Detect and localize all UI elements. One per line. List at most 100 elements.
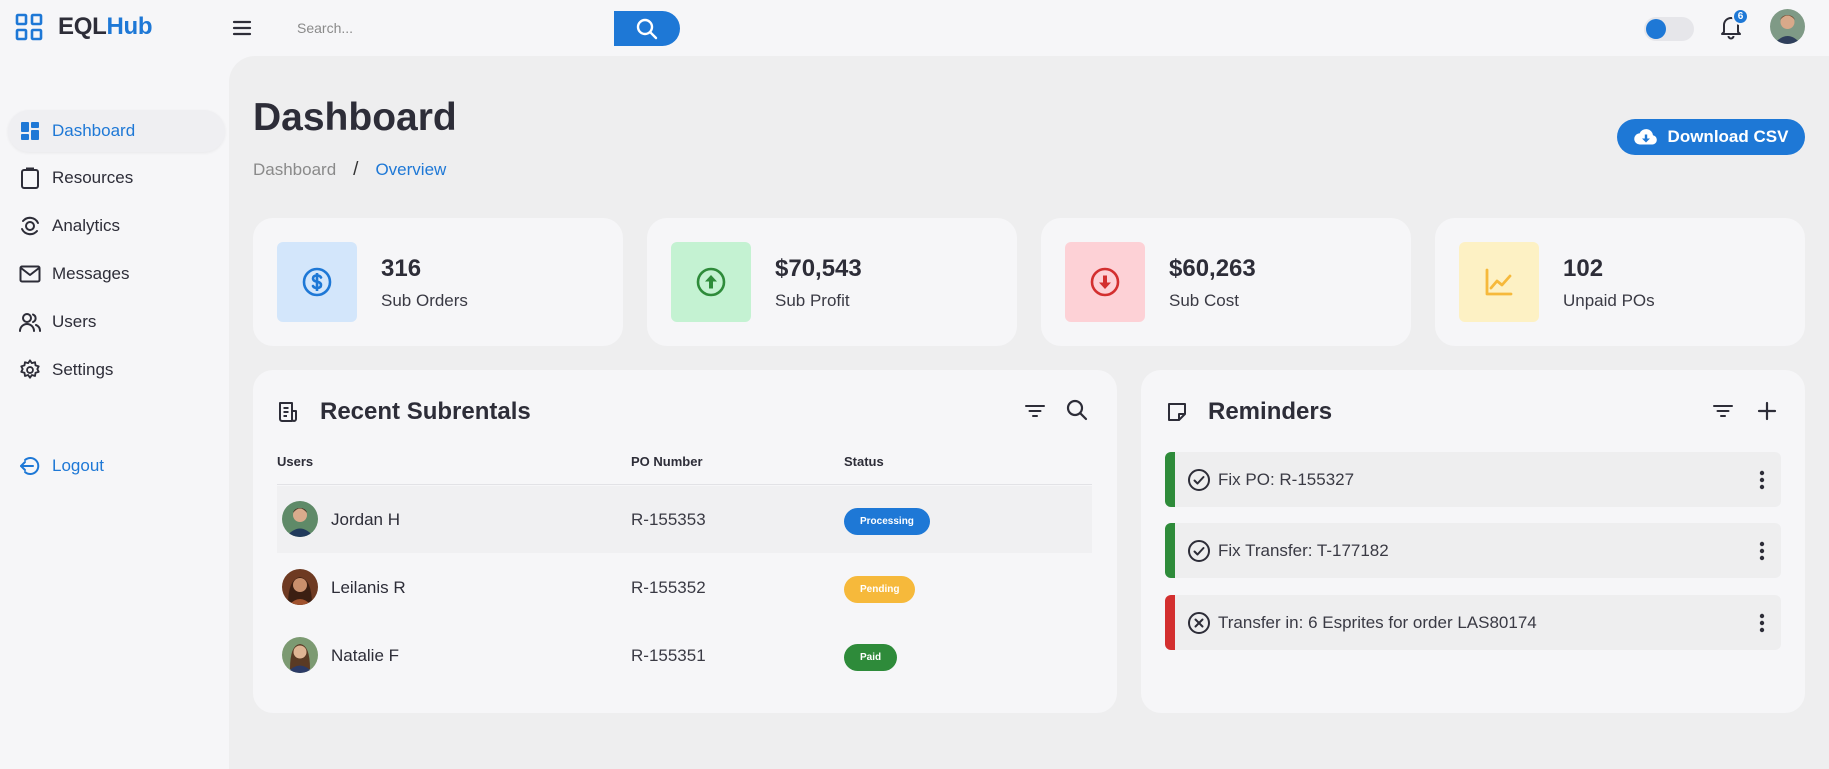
avatar <box>282 637 318 673</box>
filter-icon <box>1025 403 1045 419</box>
plus-icon <box>1757 401 1777 421</box>
stat-label: Unpaid POs <box>1563 291 1655 310</box>
status-badge: Pending <box>844 576 916 603</box>
column-header-users[interactable]: Users <box>277 454 313 469</box>
arrow-down-circle-icon <box>1065 242 1145 322</box>
stat-value: 316 <box>381 255 422 282</box>
receipt-icon <box>277 401 299 423</box>
logo[interactable]: EQLHub <box>15 13 153 41</box>
dashboard-icon <box>19 120 41 142</box>
cloud-download-icon <box>1633 127 1658 147</box>
arrow-up-circle-icon <box>671 242 751 322</box>
search-table-button[interactable] <box>1063 396 1091 424</box>
table-row[interactable]: Jordan H R-155353 Processing <box>277 486 1092 553</box>
reminder-text: Transfer in: 6 Esprites for order LAS801… <box>1218 613 1537 632</box>
stat-card-sub-orders[interactable]: 316 Sub Orders <box>253 218 623 346</box>
chart-line-icon <box>1459 242 1539 322</box>
po-number: R-155351 <box>631 646 706 665</box>
mail-icon <box>19 263 41 285</box>
add-reminder-button[interactable] <box>1753 397 1781 425</box>
reminder-text: Fix Transfer: T-177182 <box>1218 541 1389 560</box>
table-divider <box>277 484 1092 485</box>
breadcrumb-overview[interactable]: Overview <box>375 160 446 180</box>
panel-title: Reminders <box>1208 398 1333 425</box>
sidebar-item-label: Users <box>52 312 97 331</box>
reminder-status-bar <box>1165 452 1175 507</box>
x-circle-icon[interactable] <box>1187 611 1211 635</box>
logout-label: Logout <box>52 456 104 475</box>
breadcrumb-separator: / <box>353 159 359 180</box>
reminder-item[interactable]: Fix PO: R-155327 <box>1165 452 1781 507</box>
analytics-icon <box>19 215 41 237</box>
reminder-status-bar <box>1165 523 1175 578</box>
brand-name: EQLHub <box>58 13 153 41</box>
check-circle-icon[interactable] <box>1187 539 1211 563</box>
status-badge: Processing <box>844 508 930 535</box>
more-vertical-icon <box>1759 470 1765 490</box>
top-bar: EQLHub 6 <box>0 0 1829 56</box>
notifications-button[interactable]: 6 <box>1718 8 1749 40</box>
sidebar: Dashboard Resources Analytics Messages U… <box>0 56 229 769</box>
stat-label: Sub Profit <box>775 291 850 310</box>
filter-button[interactable] <box>1021 397 1049 425</box>
more-vertical-icon <box>1759 613 1765 633</box>
sidebar-item-label: Resources <box>52 168 134 187</box>
user-avatar[interactable] <box>1770 9 1805 44</box>
search-icon <box>636 18 658 40</box>
panel-title: Recent Subrentals <box>320 398 531 425</box>
search-input[interactable] <box>283 11 614 45</box>
clipboard-icon <box>19 167 41 189</box>
toggle-knob <box>1646 19 1666 39</box>
stat-value: $60,263 <box>1169 255 1256 282</box>
download-csv-label: Download CSV <box>1667 127 1789 146</box>
main-content: Dashboard Dashboard / Overview Download … <box>229 56 1829 769</box>
breadcrumb: Dashboard / Overview <box>253 159 446 181</box>
check-circle-icon[interactable] <box>1187 468 1211 492</box>
sidebar-item-dashboard[interactable]: Dashboard <box>8 110 225 152</box>
sidebar-item-label: Dashboard <box>52 121 136 140</box>
sidebar-item-label: Messages <box>52 264 130 283</box>
stat-card-unpaid-pos[interactable]: 102 Unpaid POs <box>1435 218 1805 346</box>
reminder-item[interactable]: Fix Transfer: T-177182 <box>1165 523 1781 578</box>
avatar <box>282 501 318 537</box>
download-csv-button[interactable]: Download CSV <box>1617 119 1805 155</box>
brand-name-part1: EQL <box>58 13 107 40</box>
sidebar-item-label: Settings <box>52 360 114 379</box>
stat-card-sub-cost[interactable]: $60,263 Sub Cost <box>1041 218 1411 346</box>
user-name: Jordan H <box>331 510 400 529</box>
menu-toggle-button[interactable] <box>229 15 255 41</box>
gear-icon <box>19 359 41 381</box>
apps-grid-icon <box>15 13 43 41</box>
sidebar-item-analytics[interactable]: Analytics <box>8 205 225 247</box>
filter-icon <box>1713 403 1733 419</box>
more-options-button[interactable] <box>1755 466 1769 494</box>
sidebar-item-settings[interactable]: Settings <box>8 349 225 391</box>
reminder-item[interactable]: Transfer in: 6 Esprites for order LAS801… <box>1165 595 1781 650</box>
reminder-status-bar <box>1165 595 1175 650</box>
stat-card-sub-profit[interactable]: $70,543 Sub Profit <box>647 218 1017 346</box>
column-header-po-number[interactable]: PO Number <box>631 454 703 469</box>
theme-toggle[interactable] <box>1644 17 1694 41</box>
reminder-text: Fix PO: R-155327 <box>1218 470 1355 489</box>
notification-count-badge: 6 <box>1732 8 1749 25</box>
page-title: Dashboard <box>253 96 457 139</box>
breadcrumb-dashboard[interactable]: Dashboard <box>253 160 336 180</box>
po-number: R-155352 <box>631 578 706 597</box>
stat-label: Sub Cost <box>1169 291 1239 310</box>
sidebar-item-resources[interactable]: Resources <box>8 157 225 199</box>
filter-button[interactable] <box>1709 397 1737 425</box>
stat-value: $70,543 <box>775 255 862 282</box>
logout-button[interactable]: Logout <box>8 445 225 487</box>
sidebar-item-messages[interactable]: Messages <box>8 253 225 295</box>
column-header-status[interactable]: Status <box>844 454 884 469</box>
user-name: Natalie F <box>331 646 400 665</box>
table-row[interactable]: Natalie F R-155351 Paid <box>277 622 1092 689</box>
table-row[interactable]: Leilanis R R-155352 Pending <box>277 554 1092 621</box>
status-badge: Paid <box>844 644 898 671</box>
more-options-button[interactable] <box>1755 609 1769 637</box>
search-button[interactable] <box>614 11 680 46</box>
more-options-button[interactable] <box>1755 537 1769 565</box>
sidebar-item-users[interactable]: Users <box>8 301 225 343</box>
recent-subrentals-panel: Recent Subrentals Users PO Number Status… <box>253 370 1117 713</box>
avatar <box>282 569 318 605</box>
